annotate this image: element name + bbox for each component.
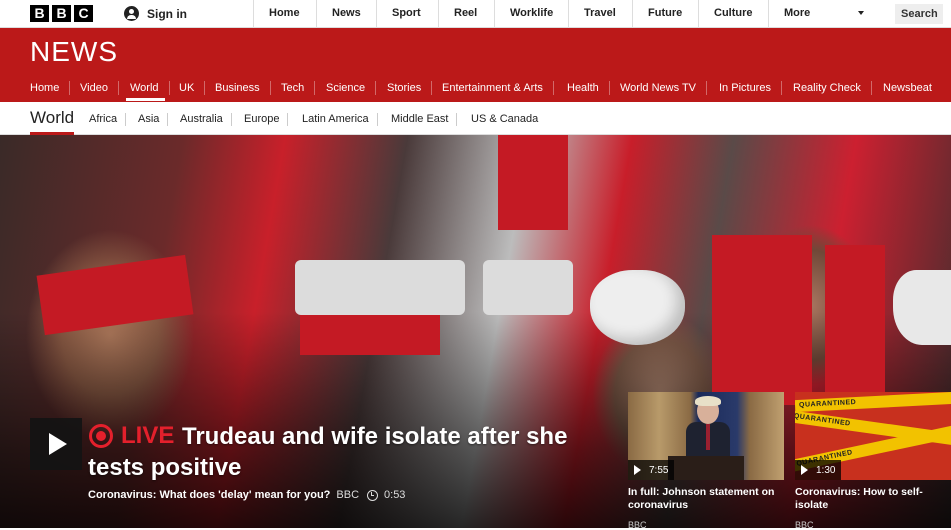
news-nav-reality-check[interactable]: Reality Check [793, 81, 872, 95]
subnav-latin-america[interactable]: Latin America [302, 113, 378, 126]
logo-letter-c: C [74, 5, 93, 22]
news-nav-entertainment-arts[interactable]: Entertainment & Arts [442, 81, 554, 95]
lead-source: BBC [336, 489, 360, 501]
flag-shape [300, 315, 440, 355]
side-story-source: BBC [628, 520, 647, 530]
topnav-news[interactable]: News [316, 0, 376, 28]
news-nav-tech[interactable]: Tech [281, 81, 316, 95]
news-nav-newsbeat[interactable]: Newsbeat [883, 81, 942, 95]
news-nav-business[interactable]: Business [215, 81, 271, 95]
play-icon [801, 465, 808, 475]
subnav-africa[interactable]: Africa [89, 113, 127, 126]
side-story-title[interactable]: In full: Johnson statement on coronaviru… [628, 486, 784, 512]
news-nav-science[interactable]: Science [326, 81, 377, 95]
lead-duration: 0:53 [384, 489, 406, 501]
world-subnav: World Africa Asia Australia Europe Latin… [0, 102, 951, 135]
topnav-sport[interactable]: Sport [376, 0, 438, 28]
face-mask-shape [590, 270, 685, 345]
side-story-card[interactable]: QUARANTINED QUARANTINED QUARANTINED 1:30… [795, 392, 951, 530]
video-duration: 7:55 [649, 464, 669, 476]
sign-in-link[interactable]: Sign in [124, 6, 187, 21]
logo-letter-b2: B [52, 5, 71, 22]
subnav-world[interactable]: World [30, 108, 75, 135]
scarf-shape [36, 254, 194, 336]
stadium-seat [295, 260, 465, 315]
news-nav-in-pictures[interactable]: In Pictures [719, 81, 782, 95]
news-header: NEWS Home Video World UK Business Tech S… [0, 28, 951, 102]
clock-icon [367, 489, 379, 501]
news-nav-world-news-tv[interactable]: World News TV [620, 81, 708, 95]
topnav-future[interactable]: Future [632, 0, 698, 28]
live-label: LIVE [121, 422, 175, 449]
subnav-us-canada[interactable]: US & Canada [471, 113, 546, 126]
video-duration-badge: 1:30 [795, 460, 842, 480]
news-nav-health[interactable]: Health [567, 81, 610, 95]
face-mask-shape [893, 270, 951, 345]
news-logo[interactable]: NEWS [30, 36, 118, 68]
user-icon [124, 6, 139, 21]
subnav-europe[interactable]: Europe [244, 113, 289, 126]
scarf-shape [825, 245, 885, 395]
story-thumbnail[interactable]: 7:55 [628, 392, 784, 480]
global-header: B B C Sign in Home News Sport Reel Workl… [0, 0, 951, 28]
topnav-reel[interactable]: Reel [438, 0, 494, 28]
topnav-more[interactable]: More [768, 0, 882, 28]
news-nav-world[interactable]: World [126, 81, 170, 101]
news-nav-video[interactable]: Video [80, 81, 119, 95]
side-story-card[interactable]: 7:55 In full: Johnson statement on coron… [628, 392, 784, 530]
chevron-down-icon [858, 11, 864, 15]
play-icon [634, 465, 641, 475]
topnav-worklife[interactable]: Worklife [494, 0, 568, 28]
quarantine-tape: QUARANTINED [795, 392, 951, 413]
scarf-shape [498, 135, 568, 230]
side-story-source: BBC [795, 520, 814, 530]
news-nav-stories[interactable]: Stories [387, 81, 433, 95]
side-story-title[interactable]: Coronavirus: How to self-isolate [795, 486, 951, 512]
play-video-button[interactable] [30, 418, 82, 470]
story-thumbnail[interactable]: QUARANTINED QUARANTINED QUARANTINED 1:30 [795, 392, 951, 480]
scarf-shape [712, 235, 812, 405]
lead-summary-link[interactable]: Coronavirus: What does 'delay' mean for … [88, 489, 330, 501]
bbc-logo[interactable]: B B C [30, 5, 93, 22]
news-nav-uk[interactable]: UK [179, 81, 206, 95]
logo-letter-b1: B [30, 5, 49, 22]
news-nav: Home Video World UK Business Tech Scienc… [0, 78, 951, 102]
subnav-asia[interactable]: Asia [138, 113, 169, 126]
search-button[interactable]: Search [895, 4, 943, 24]
subnav-australia[interactable]: Australia [180, 113, 232, 126]
sign-in-label: Sign in [147, 6, 187, 21]
topnav-home[interactable]: Home [253, 0, 316, 28]
lectern-shape [668, 456, 744, 480]
topnav-culture[interactable]: Culture [698, 0, 768, 28]
topnav-travel[interactable]: Travel [568, 0, 632, 28]
stadium-seat [483, 260, 573, 315]
subnav-middle-east[interactable]: Middle East [391, 113, 458, 126]
lead-summary-row: Coronavirus: What does 'delay' mean for … [88, 489, 405, 501]
news-nav-home[interactable]: Home [30, 81, 71, 95]
video-duration: 1:30 [816, 464, 836, 476]
video-duration-badge: 7:55 [628, 460, 675, 480]
